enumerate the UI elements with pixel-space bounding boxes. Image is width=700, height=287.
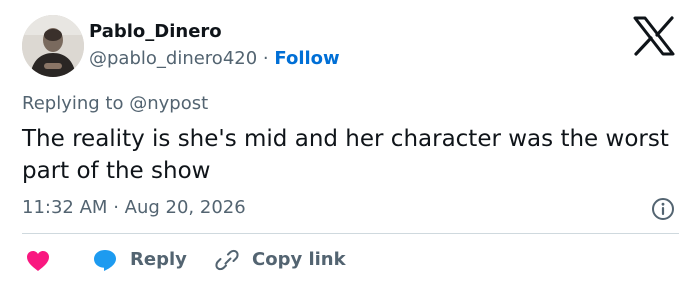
reply-button[interactable]: Reply xyxy=(130,249,187,270)
tweet-text: The reality is she's mid and her charact… xyxy=(22,126,669,184)
author-handle-line: @pablo_dinero420 · Follow xyxy=(89,48,340,69)
divider xyxy=(22,233,679,234)
copy-link-button[interactable]: Copy link xyxy=(252,249,346,270)
replying-to-handle[interactable]: @nypost xyxy=(129,93,208,114)
link-icon[interactable] xyxy=(214,248,240,272)
info-icon[interactable] xyxy=(651,197,675,221)
author-name[interactable]: Pablo_Dinero xyxy=(89,21,222,42)
handle-separator: · xyxy=(262,48,269,69)
tweet-time: 11:32 AM xyxy=(22,197,108,218)
replying-to: Replying to @nypost xyxy=(22,93,208,114)
replying-prefix: Replying to xyxy=(22,93,124,114)
author-handle[interactable]: @pablo_dinero420 xyxy=(89,48,257,69)
avatar[interactable] xyxy=(22,15,84,77)
reply-bubble-icon[interactable] xyxy=(92,248,118,272)
follow-button[interactable]: Follow xyxy=(274,48,339,69)
timestamp-separator: · xyxy=(113,197,119,218)
avatar-photo xyxy=(22,15,84,77)
tweet-date: Aug 20, 2026 xyxy=(124,197,246,218)
heart-icon[interactable] xyxy=(26,250,50,272)
tweet-timestamp[interactable]: 11:32 AM · Aug 20, 2026 xyxy=(22,197,246,218)
x-logo-icon[interactable] xyxy=(632,16,676,56)
